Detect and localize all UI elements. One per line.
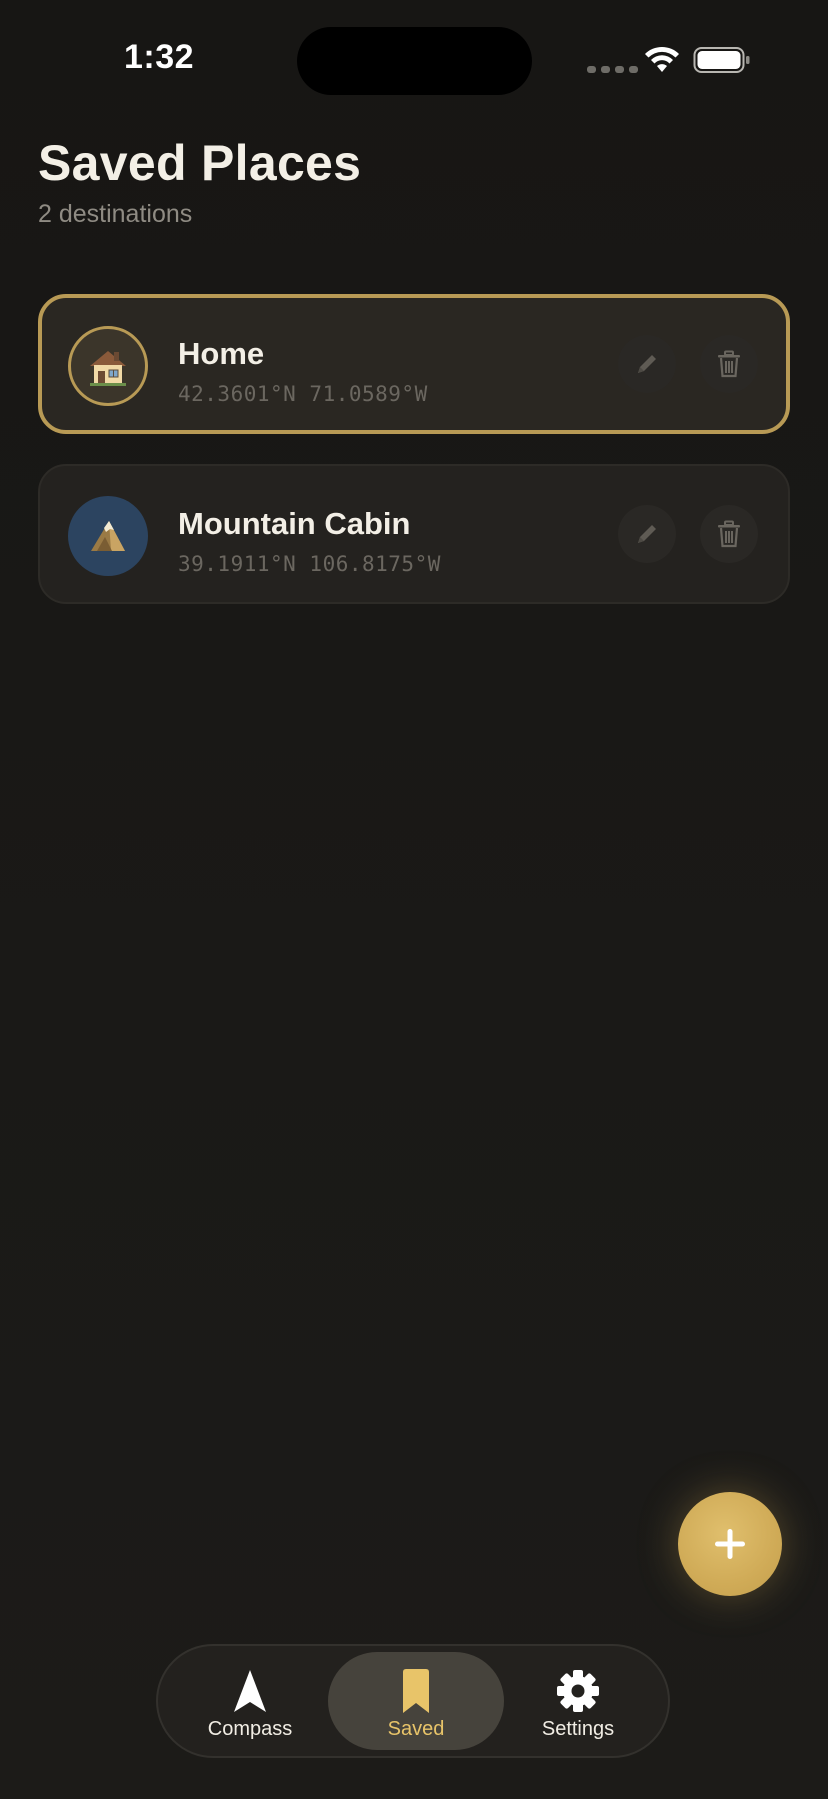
tab-compass[interactable]: Compass bbox=[162, 1652, 338, 1750]
place-coordinates: 42.3601°N 71.0589°W bbox=[178, 382, 428, 406]
place-name: Mountain Cabin bbox=[178, 506, 411, 541]
tab-settings[interactable]: Settings bbox=[490, 1652, 666, 1750]
trash-icon bbox=[718, 350, 740, 378]
place-card-mountain-cabin[interactable]: Mountain Cabin 39.1911°N 106.8175°W bbox=[38, 464, 790, 604]
pencil-icon bbox=[638, 525, 656, 543]
add-place-button[interactable] bbox=[678, 1492, 782, 1596]
tab-bar: Compass Saved Settings bbox=[156, 1644, 670, 1758]
battery-icon bbox=[693, 47, 750, 73]
compass-arrow-icon bbox=[234, 1670, 266, 1712]
plus-icon bbox=[715, 1529, 745, 1559]
delete-place-button[interactable] bbox=[700, 505, 758, 563]
tab-saved[interactable]: Saved bbox=[328, 1652, 504, 1750]
destination-count: 2 destinations bbox=[38, 200, 193, 228]
cellular-signal-icon bbox=[587, 66, 638, 73]
place-card-home[interactable]: Home 42.3601°N 71.0589°W bbox=[38, 294, 790, 434]
wifi-icon bbox=[645, 46, 679, 72]
gear-icon bbox=[557, 1670, 599, 1712]
status-time: 1:32 bbox=[124, 38, 195, 76]
mountain-icon bbox=[68, 496, 148, 576]
dynamic-island bbox=[297, 27, 532, 95]
place-coordinates: 39.1911°N 106.8175°W bbox=[178, 552, 441, 576]
edit-place-button[interactable] bbox=[618, 335, 676, 393]
pencil-icon bbox=[638, 355, 656, 373]
bookmark-icon bbox=[403, 1669, 429, 1713]
delete-place-button[interactable] bbox=[700, 335, 758, 393]
tab-label: Compass bbox=[207, 1718, 293, 1740]
edit-place-button[interactable] bbox=[618, 505, 676, 563]
house-icon bbox=[68, 326, 148, 406]
tab-label: Saved bbox=[387, 1718, 445, 1740]
trash-icon bbox=[718, 520, 740, 548]
saved-places-screen: 1:32 Saved Places 2 destinations Home 42… bbox=[0, 0, 828, 1799]
place-name: Home bbox=[178, 336, 265, 371]
page-title: Saved Places bbox=[38, 135, 362, 191]
tab-label: Settings bbox=[541, 1718, 615, 1740]
